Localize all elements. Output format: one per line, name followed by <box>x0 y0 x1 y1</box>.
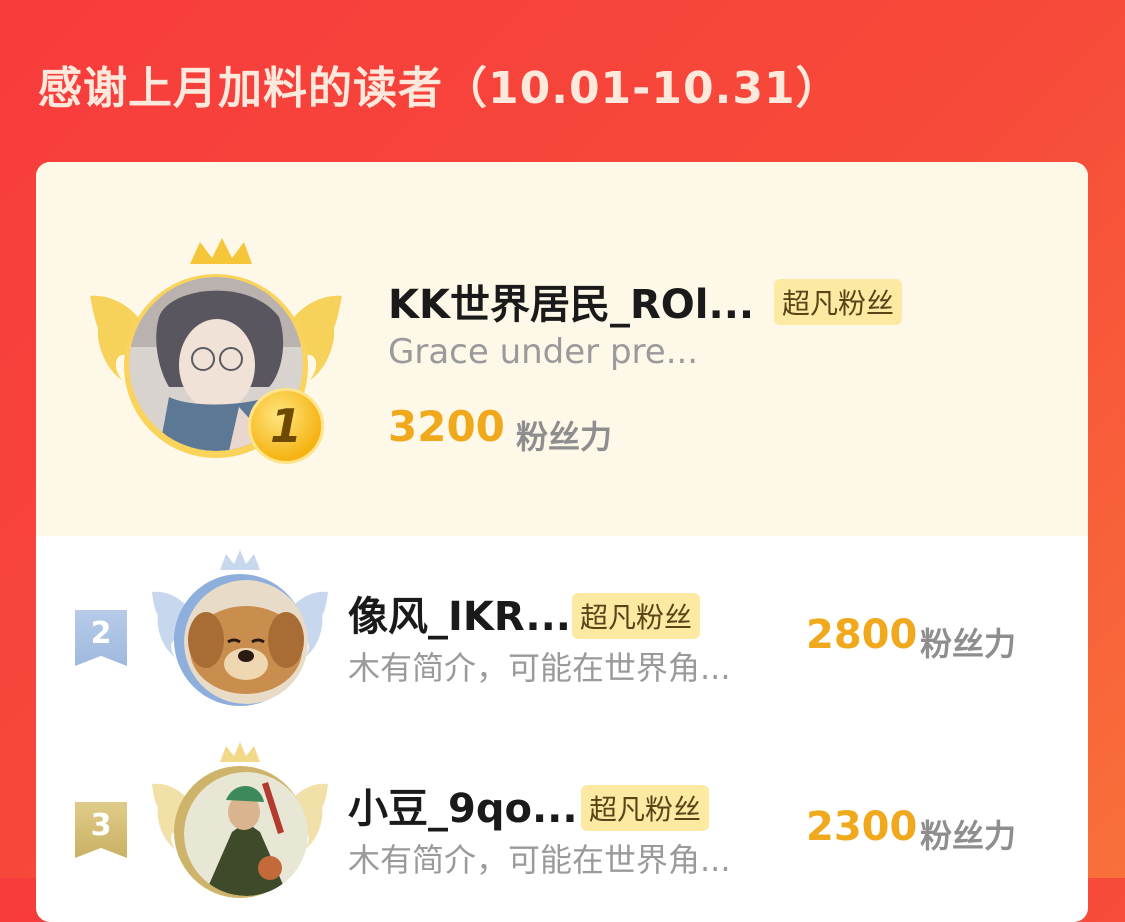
rank-3-flag: 3 <box>75 802 127 858</box>
reader-ranking-card: 1 KK世界居民_ROl... 超凡粉丝 Grace under pre... … <box>36 162 1088 922</box>
fan-power-label: 粉丝力 <box>920 817 1017 855</box>
reader-name[interactable]: 小豆_9qo... <box>348 776 578 834</box>
fan-power-label: 粉丝力 <box>920 625 1017 663</box>
rank-1-medal: 1 <box>248 388 324 464</box>
reader-description: 木有简介，可能在世界角... <box>348 841 731 879</box>
fan-power-score: 2300 <box>806 804 918 850</box>
fan-power-label: 粉丝力 <box>516 418 613 456</box>
reader-name[interactable]: 像风_IKR... <box>348 584 571 642</box>
reader-description: Grace under pre... <box>388 332 699 372</box>
fan-power-score: 3200 <box>388 402 505 451</box>
avatar-xiaodou[interactable] <box>184 772 308 896</box>
fan-level-badge: 超凡粉丝 <box>581 785 710 831</box>
avatar-xiangfeng[interactable] <box>184 580 308 704</box>
page-title: 感谢上月加料的读者（10.01-10.31） <box>38 63 841 114</box>
reader-description: 木有简介，可能在世界角... <box>348 649 731 687</box>
rank-2-flag: 2 <box>75 610 127 666</box>
fan-power-score: 2800 <box>806 612 918 658</box>
reader-name[interactable]: KK世界居民_ROl... <box>388 272 754 330</box>
fan-level-badge: 超凡粉丝 <box>774 279 903 325</box>
fan-level-badge: 超凡粉丝 <box>572 593 701 639</box>
